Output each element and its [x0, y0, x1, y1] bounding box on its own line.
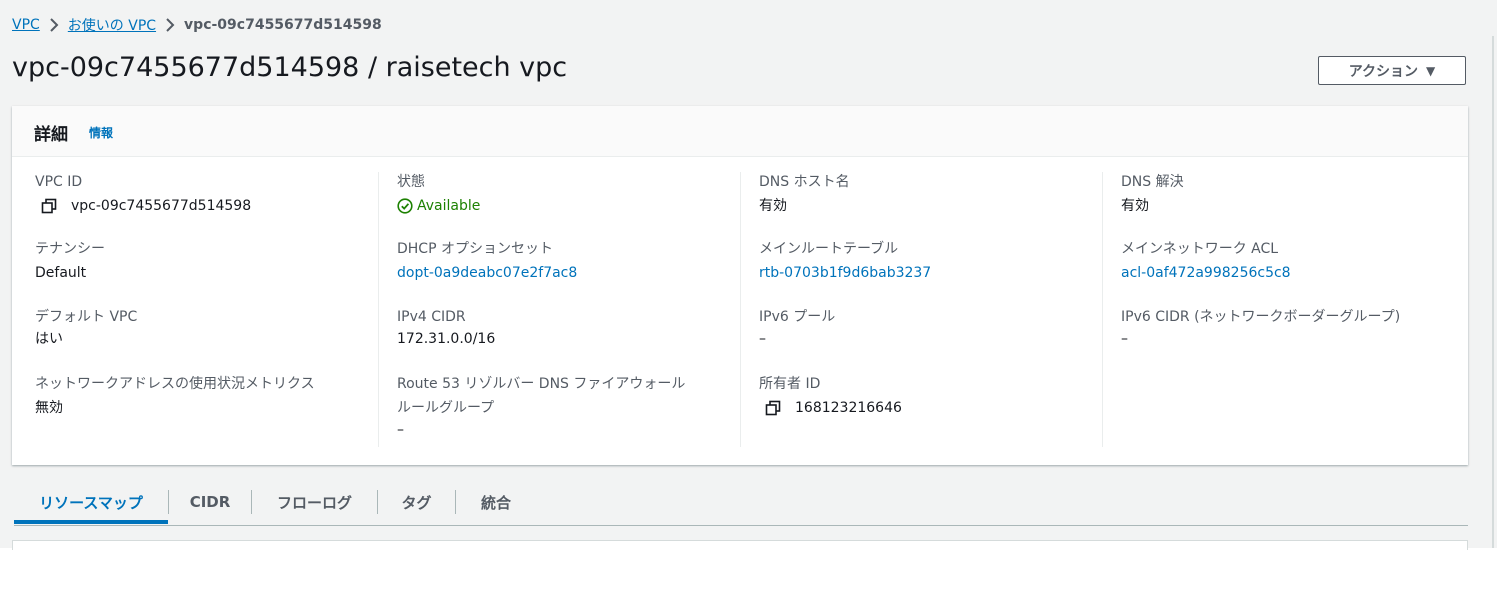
breadcrumb-vpc-link[interactable]: VPC [12, 17, 40, 33]
state-value-row: Available [397, 196, 737, 216]
ipv4-cidr-label: IPv4 CIDR [397, 309, 466, 325]
main-acl-label: メインネットワーク ACL [1121, 241, 1279, 257]
info-link[interactable]: 情報 [89, 124, 113, 141]
state-label: 状態 [397, 174, 425, 190]
network-metrics-label: ネットワークアドレスの使用状況メトリクス [35, 376, 315, 392]
dns-resolution-label: DNS 解決 [1121, 174, 1184, 190]
tenancy-label: テナンシー [35, 241, 105, 257]
dns-resolution-field: DNS 解決 有効 [1121, 172, 1461, 216]
column-divider [1102, 172, 1103, 447]
vpc-id-field: VPC ID vpc-09c7455677d514598 [35, 172, 375, 216]
chevron-right-icon [40, 18, 68, 32]
owner-id-value-row: 168123216646 [759, 398, 1099, 418]
vpc-id-label: VPC ID [35, 174, 83, 190]
tenancy-value: Default [35, 265, 87, 281]
ipv6-pool-label: IPv6 プール [759, 309, 836, 325]
default-vpc-label: デフォルト VPC [35, 309, 138, 325]
network-metrics-value: 無効 [35, 400, 63, 416]
main-route-table-label: メインルートテーブル [759, 241, 899, 257]
dns-hostname-value: 有効 [759, 198, 787, 214]
status-ok-icon [397, 198, 413, 214]
chevron-right-icon [156, 18, 184, 32]
dns-hostname-field: DNS ホスト名 有効 [759, 172, 1099, 216]
breadcrumb-your-vpcs-link[interactable]: お使いの VPC [68, 15, 156, 35]
tab-cidr[interactable]: CIDR [169, 482, 251, 522]
owner-id-label: 所有者 ID [759, 376, 821, 392]
vpc-id-value: vpc-09c7455677d514598 [71, 198, 252, 214]
network-metrics-field: ネットワークアドレスの使用状況メトリクス 無効 [35, 374, 375, 418]
ipv4-cidr-value: 172.31.0.0/16 [397, 331, 496, 347]
route53-label-line2: ルールグループ [397, 400, 495, 416]
tab-bar: リソースマップ CIDR フローログ タグ 統合 [14, 482, 1468, 526]
copy-icon[interactable] [41, 198, 57, 214]
dns-resolution-value: 有効 [1121, 198, 1149, 214]
default-vpc-value: はい [35, 331, 63, 347]
vpc-id-value-row: vpc-09c7455677d514598 [35, 196, 375, 216]
state-value: Available [417, 198, 481, 214]
active-tab-indicator [14, 520, 168, 524]
dhcp-field: DHCP オプションセット dopt-0a9deabc07e2f7ac8 [397, 239, 737, 283]
ipv6-cidr-label: IPv6 CIDR (ネットワークボーダーグループ) [1121, 309, 1401, 325]
actions-button[interactable]: アクション ▼ [1318, 56, 1466, 85]
tab-flow-logs[interactable]: フローログ [252, 482, 377, 522]
tenancy-field: テナンシー Default [35, 239, 375, 283]
tab-content-panel [12, 540, 1468, 550]
scroll-edge [1492, 36, 1494, 548]
route53-value: – [397, 422, 404, 438]
details-title: 詳細 [34, 125, 68, 145]
state-field: 状態 Available [397, 172, 737, 216]
copy-icon[interactable] [765, 400, 781, 416]
dhcp-label: DHCP オプションセット [397, 241, 553, 257]
column-divider [378, 172, 379, 447]
dhcp-link[interactable]: dopt-0a9deabc07e2f7ac8 [397, 263, 737, 283]
tab-tags[interactable]: タグ [378, 482, 455, 522]
owner-id-field: 所有者 ID 168123216646 [759, 374, 1099, 418]
tab-integrations[interactable]: 統合 [456, 482, 536, 522]
ipv6-cidr-field: IPv6 CIDR (ネットワークボーダーグループ) – [1121, 307, 1461, 349]
owner-id-value: 168123216646 [795, 400, 902, 416]
ipv4-cidr-field: IPv4 CIDR 172.31.0.0/16 [397, 307, 737, 349]
main-acl-link[interactable]: acl-0af472a998256c5c8 [1121, 263, 1461, 283]
page-title: vpc-09c7455677d514598 / raisetech vpc [12, 52, 568, 83]
breadcrumb-current: vpc-09c7455677d514598 [184, 17, 382, 33]
column-divider [740, 172, 741, 447]
details-panel: 詳細 情報 VPC ID vpc-09c7455677d514598 テナンシー… [12, 106, 1468, 465]
route53-label-line1: Route 53 リゾルバー DNS ファイアウォール [397, 376, 686, 392]
caret-down-icon: ▼ [1426, 63, 1436, 78]
route53-field: Route 53 リゾルバー DNS ファイアウォール ルールグループ – [397, 374, 737, 440]
main-route-table-field: メインルートテーブル rtb-0703b1f9d6bab3237 [759, 239, 1099, 283]
ipv6-pool-value: – [759, 331, 766, 347]
details-panel-header: 詳細 情報 [12, 106, 1468, 157]
ipv6-pool-field: IPv6 プール – [759, 307, 1099, 349]
main-acl-field: メインネットワーク ACL acl-0af472a998256c5c8 [1121, 239, 1461, 283]
actions-button-label: アクション [1348, 63, 1419, 80]
ipv6-cidr-value: – [1121, 331, 1128, 347]
main-route-table-link[interactable]: rtb-0703b1f9d6bab3237 [759, 263, 1099, 283]
tab-resource-map[interactable]: リソースマップ [14, 482, 168, 522]
breadcrumb: VPC お使いの VPC vpc-09c7455677d514598 [12, 14, 382, 36]
default-vpc-field: デフォルト VPC はい [35, 307, 375, 349]
dns-hostname-label: DNS ホスト名 [759, 174, 850, 190]
